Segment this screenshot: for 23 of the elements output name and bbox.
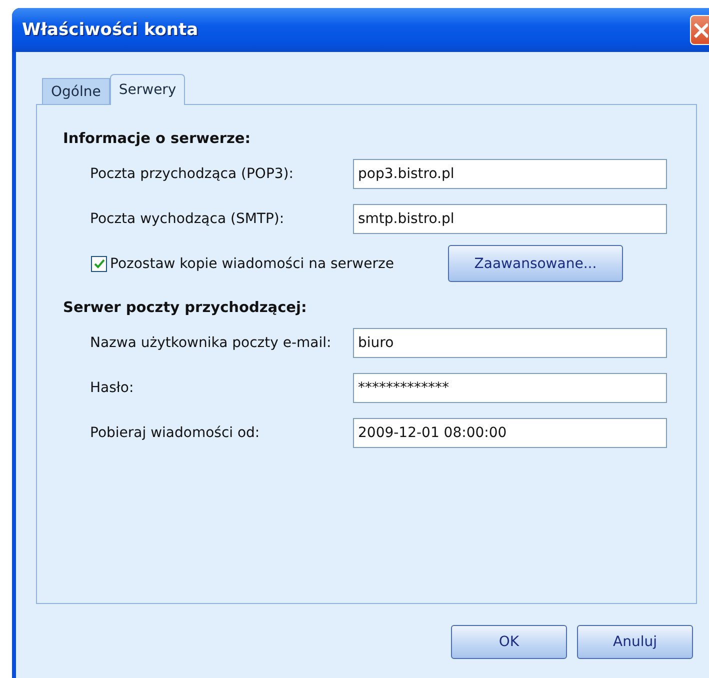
section-heading: Informacje o serwerze: — [63, 131, 252, 147]
field-label: Hasło: — [90, 380, 135, 396]
input-field[interactable]: pop3.bistro.pl — [353, 159, 667, 189]
tab[interactable]: Serwery — [110, 74, 186, 105]
input-field[interactable]: biuro — [353, 328, 667, 358]
close-button[interactable] — [690, 15, 709, 45]
field-label: Nazwa użytkownika poczty e-mail: — [90, 335, 332, 351]
close-icon — [694, 22, 708, 38]
section-heading: Serwer poczty przychodzącej: — [63, 300, 308, 316]
checkbox[interactable] — [91, 256, 107, 272]
advanced-button[interactable]: Zaawansowane... — [448, 245, 623, 282]
input-field[interactable]: ************* — [353, 373, 667, 403]
input-field[interactable]: smtp.bistro.pl — [353, 204, 667, 234]
input-field[interactable]: 2009-12-01 08:00:00 — [353, 418, 667, 448]
ok-button[interactable]: OK — [451, 625, 567, 659]
checkbox-label: Pozostaw kopie wiadomości na serwerze — [110, 256, 395, 272]
window-title: Właściwości konta — [22, 20, 198, 40]
check-icon — [94, 258, 104, 268]
field-label: Poczta przychodząca (POP3): — [90, 166, 294, 182]
cancel-button[interactable]: Anuluj — [577, 625, 693, 659]
field-label: Pobieraj wiadomości od: — [90, 425, 261, 441]
field-label: Poczta wychodząca (SMTP): — [90, 211, 286, 227]
tab[interactable]: Ogólne — [42, 78, 110, 105]
